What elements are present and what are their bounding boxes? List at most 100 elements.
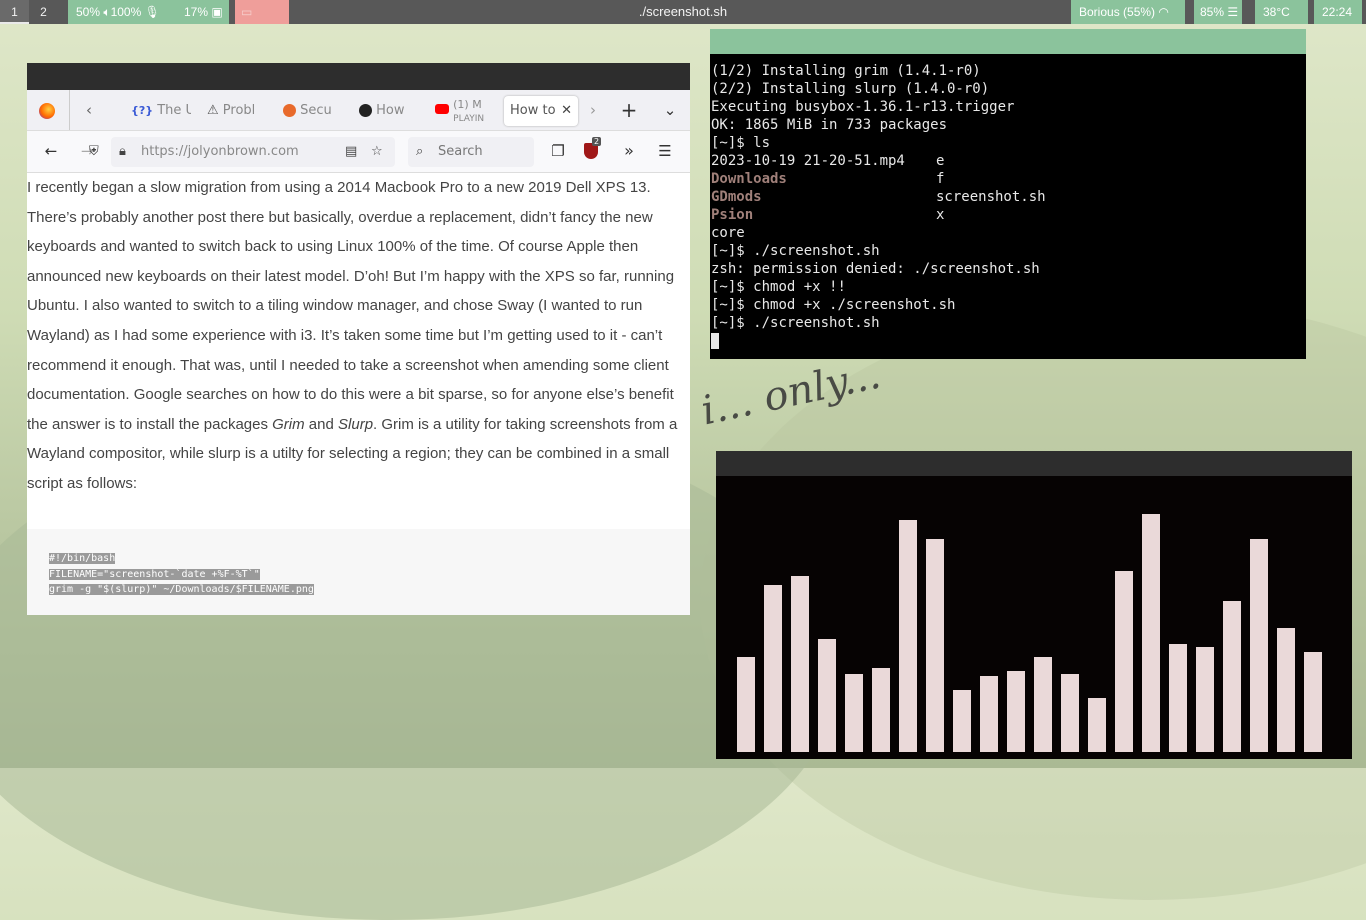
ls-directory: Downloads (711, 171, 787, 187)
temperature-value: 38°C (1263, 5, 1290, 19)
menu-icon[interactable]: ☰ (655, 141, 675, 161)
nav-toolbar: ← → ⛨ 🔒︎ https://jolyonbrown.com ▤ ☆ ⌕ S… (27, 131, 690, 173)
tab-label: Probl (222, 103, 256, 118)
code-line: #!/bin/bash (49, 553, 116, 564)
visualizer-bar (791, 576, 809, 752)
ls-file: core (711, 225, 745, 241)
code-line: FILENAME="screenshot-`date +%F-%T`" (49, 568, 260, 580)
terminal-cursor (711, 333, 719, 349)
ls-row: 2023-10-19 21-20-51.mp4 e (711, 153, 944, 169)
close-icon[interactable]: ✕ (561, 96, 572, 126)
tab-2[interactable]: ⚠ Probl (207, 96, 267, 126)
firefox-icon[interactable] (39, 103, 55, 119)
visualizer-bar (1061, 674, 1079, 752)
visualizer-bar (1034, 657, 1052, 752)
extensions-icon[interactable]: ❐ (548, 141, 568, 161)
status-bar: 1 2 50% 🔈︎100% 🎙︎ 17% ▣ ▭ ./screenshot.s… (0, 0, 1366, 43)
terminal-prompt: [~]$ (711, 297, 754, 313)
visualizer-bar (1088, 698, 1106, 752)
visualizer-bar (1277, 628, 1295, 752)
ls-file: 2023-10-19 21-20-51.mp4 (711, 153, 905, 169)
tab-scroll-left-icon[interactable]: ‹ (79, 100, 99, 120)
chevron-down-icon[interactable]: ⌄ (660, 100, 680, 120)
shield-icon[interactable]: ⛨ (89, 137, 99, 167)
search-input[interactable]: ⌕ Search (408, 137, 534, 167)
visualizer-bar (1223, 601, 1241, 752)
terminal-line: (2/2) Installing slurp (1.4.0-r0) (711, 81, 990, 97)
terminal-window[interactable]: (1/2) Installing grim (1.4.1-r0) (2/2) I… (710, 29, 1306, 359)
terminal-line: (1/2) Installing grim (1.4.1-r0) (711, 63, 981, 79)
code-lines: #!/bin/bash FILENAME="screenshot-`date +… (49, 551, 314, 598)
ls-directory: GDmods (711, 189, 762, 205)
tab-label: Secu (300, 103, 332, 118)
visualizer-bar (953, 690, 971, 752)
terminal-command: chmod +x !! (753, 279, 846, 295)
terminal-line: OK: 1865 MiB in 733 packages (711, 117, 948, 133)
wifi-block[interactable]: Borious (55%) ◠ (1071, 0, 1185, 24)
browser-window: ‹ {?} The U ⚠ Probl Secu How (1) M PLAYI… (27, 63, 690, 615)
clock: 22:24 (1322, 5, 1353, 19)
code-block: #!/bin/bash FILENAME="screenshot-`date +… (27, 529, 690, 615)
wifi-icon: ◠ (1158, 5, 1169, 19)
menu-icon: ☰ (1227, 5, 1239, 19)
back-icon[interactable]: ← (41, 141, 61, 161)
lock-icon[interactable]: 🔒︎ (119, 137, 126, 167)
tab-playing-label: PLAYIN (453, 114, 485, 124)
github-icon (359, 104, 372, 117)
terminal-command: ./screenshot.sh (753, 243, 880, 259)
battery-level: 85% (1200, 5, 1225, 19)
youtube-icon (435, 104, 449, 114)
article-paragraph: I recently began a slow migration from u… (27, 173, 690, 499)
visualizer-window[interactable] (716, 451, 1352, 759)
visualizer-titlebar (716, 451, 1352, 476)
warning-icon: ⚠ (207, 103, 219, 118)
ls-row: GDmods screenshot.sh (711, 189, 1046, 205)
article-text: and (304, 415, 339, 433)
new-tab-icon[interactable]: + (619, 100, 639, 120)
terminal-titlebar (710, 29, 1306, 54)
tab-5[interactable]: (1) M PLAYIN (435, 96, 495, 128)
article-emphasis: Grim (272, 415, 305, 433)
search-icon: ⌕ (416, 144, 424, 159)
tab-1[interactable]: {?} The U (131, 96, 191, 126)
ls-file: x (936, 207, 945, 223)
ls-file: f (936, 171, 945, 187)
terminal-prompt: [~]$ (711, 315, 754, 331)
tab-label: How (376, 103, 405, 118)
ls-file: screenshot.sh (936, 189, 1046, 205)
temperature-block: 38°C 🌡︎ (1255, 0, 1308, 43)
terminal-prompt: [~]$ (711, 135, 754, 151)
terminal-command: chmod +x ./screenshot.sh (753, 297, 956, 313)
ublock-icon[interactable]: 2 (584, 137, 602, 159)
terminal-output[interactable]: (1/2) Installing grim (1.4.1-r0) (2/2) I… (711, 62, 1046, 350)
tab-scroll-right-icon[interactable]: › (583, 100, 603, 120)
code-icon: {?} (131, 104, 154, 117)
tab-label: How to (510, 103, 556, 118)
tab-4[interactable]: How (359, 96, 419, 126)
url-bar[interactable]: ⛨ 🔒︎ https://jolyonbrown.com ▤ ☆ (89, 137, 395, 167)
tab-3[interactable]: Secu (283, 96, 343, 126)
ublock-badge: 2 (592, 137, 602, 146)
visualizer-bar (1196, 647, 1214, 752)
ls-row: Psion x (711, 207, 944, 223)
bookmark-star-icon[interactable]: ☆ (371, 137, 383, 167)
terminal-command: ./screenshot.sh (753, 315, 880, 331)
search-placeholder: Search (438, 144, 483, 159)
tab-active[interactable]: How to ✕ (504, 96, 578, 126)
visualizer-bar (1115, 571, 1133, 752)
ls-directory: Psion (711, 207, 754, 223)
ls-row: core (711, 225, 745, 241)
reader-view-icon[interactable]: ▤ (345, 137, 357, 167)
article-text: I recently began a slow migration from u… (27, 179, 675, 433)
visualizer-bar (737, 657, 755, 752)
visualizer-bar (926, 539, 944, 752)
url-text[interactable]: https://jolyonbrown.com (141, 137, 299, 167)
overflow-icon[interactable]: » (619, 141, 639, 161)
tab-label: The U (157, 103, 191, 118)
firefox-icon (283, 104, 296, 117)
code-line: grim -g "$(slurp)" ~/Downloads/$FILENAME… (49, 584, 314, 595)
visualizer-bar (899, 520, 917, 752)
terminal-prompt: [~]$ (711, 279, 754, 295)
visualizer-bar (818, 639, 836, 752)
tab-strip: ‹ {?} The U ⚠ Probl Secu How (1) M PLAYI… (27, 90, 690, 131)
